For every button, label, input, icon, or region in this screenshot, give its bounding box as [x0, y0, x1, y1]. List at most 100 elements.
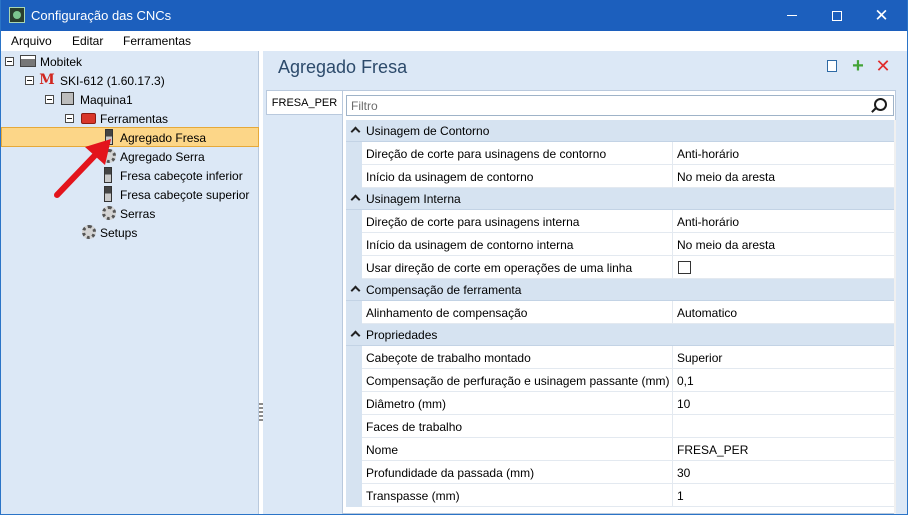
- maximize-button[interactable]: [814, 0, 859, 31]
- filter-input[interactable]: [347, 96, 857, 115]
- column-divider: [672, 438, 673, 461]
- tree-item-fresa-cabecote-inferior[interactable]: Fresa cabeçote inferior: [1, 166, 259, 185]
- property-grid: Usinagem de Contorno Direção de corte par…: [342, 90, 896, 514]
- category-compensacao-de-ferramenta[interactable]: Compensação de ferramenta: [346, 279, 894, 301]
- property-value[interactable]: 1: [677, 489, 684, 503]
- property-row[interactable]: Direção de corte para usinagens de conto…: [346, 142, 894, 165]
- column-divider: [672, 461, 673, 484]
- row-gutter: [346, 165, 362, 188]
- collapse-icon[interactable]: [25, 76, 34, 85]
- chevron-up-icon[interactable]: [350, 126, 361, 137]
- collapse-icon[interactable]: [45, 95, 54, 104]
- delete-icon: ✕: [875, 56, 891, 76]
- row-gutter: [346, 346, 362, 369]
- collapse-icon[interactable]: [5, 57, 14, 66]
- tree-item-agregado-serra[interactable]: Agregado Serra: [1, 147, 259, 166]
- column-divider: [672, 233, 673, 256]
- maximize-icon: [831, 10, 842, 21]
- brand-m-icon: M: [39, 72, 55, 88]
- menu-ferramentas[interactable]: Ferramentas: [123, 34, 191, 48]
- tree-item-serras[interactable]: Serras: [1, 204, 259, 223]
- property-value[interactable]: Anti-horário: [677, 147, 739, 161]
- toolbox-icon: [81, 113, 96, 124]
- property-row[interactable]: Cabeçote de trabalho montado Superior: [346, 346, 894, 369]
- grid-edge: [894, 120, 896, 514]
- minimize-icon: [786, 15, 797, 16]
- minimize-button[interactable]: [769, 0, 814, 31]
- tree-item-label: Agregado Fresa: [120, 131, 207, 145]
- property-value[interactable]: No meio da aresta: [677, 170, 775, 184]
- app-icon: [9, 7, 25, 23]
- tree-item-label: Mobitek: [40, 55, 83, 69]
- chevron-up-icon[interactable]: [350, 285, 361, 296]
- property-name: Usar direção de corte em operações de um…: [366, 261, 633, 275]
- filter-box: [346, 95, 894, 116]
- add-button[interactable]: +: [849, 56, 867, 76]
- tree-item-label: SKI-612 (1.60.17.3): [60, 74, 165, 88]
- delete-button[interactable]: ✕: [874, 57, 892, 75]
- row-gutter: [346, 256, 362, 279]
- category-usinagem-de-contorno[interactable]: Usinagem de Contorno: [346, 120, 894, 142]
- category-label: Usinagem de Contorno: [366, 123, 490, 138]
- property-row[interactable]: Alinhamento de compensação Automatico: [346, 301, 894, 324]
- chevron-up-icon[interactable]: [350, 330, 361, 341]
- property-checkbox[interactable]: [678, 261, 691, 274]
- page-title: Agregado Fresa: [278, 57, 408, 77]
- chevron-up-icon[interactable]: [350, 194, 361, 205]
- property-value[interactable]: 10: [677, 397, 690, 411]
- property-row[interactable]: Usar direção de corte em operações de um…: [346, 256, 894, 279]
- property-row[interactable]: Direção de corte para usinagens interna A…: [346, 210, 894, 233]
- property-name: Compensação de perfuração e usinagem pas…: [366, 374, 670, 388]
- tree-item-ski-612[interactable]: M SKI-612 (1.60.17.3): [1, 71, 259, 90]
- property-name: Diâmetro (mm): [366, 397, 446, 411]
- menu-bar: Arquivo Editar Ferramentas: [1, 31, 907, 51]
- property-value[interactable]: 30: [677, 466, 690, 480]
- menu-editar[interactable]: Editar: [72, 34, 103, 48]
- property-value[interactable]: FRESA_PER: [677, 443, 748, 457]
- tree-item-label: Agregado Serra: [120, 150, 205, 164]
- menu-arquivo[interactable]: Arquivo: [11, 34, 52, 48]
- tree-item-ferramentas[interactable]: Ferramentas: [1, 109, 259, 128]
- row-gutter: [346, 369, 362, 392]
- category-label: Propriedades: [366, 327, 438, 342]
- property-name: Início da usinagem de contorno: [366, 170, 534, 184]
- title-bar[interactable]: Configuração das CNCs ✕: [1, 0, 907, 31]
- property-value[interactable]: Anti-horário: [677, 215, 739, 229]
- property-value[interactable]: Superior: [677, 351, 722, 365]
- property-row[interactable]: Compensação de perfuração e usinagem pas…: [346, 369, 894, 392]
- column-divider: [672, 369, 673, 392]
- column-divider: [672, 346, 673, 369]
- property-row[interactable]: Início da usinagem de contorno interna No…: [346, 233, 894, 256]
- property-row[interactable]: Profundidade da passada (mm) 30: [346, 461, 894, 484]
- property-value[interactable]: 0,1: [677, 374, 694, 388]
- row-gutter: [346, 233, 362, 256]
- row-gutter: [346, 301, 362, 324]
- property-row[interactable]: Faces de trabalho: [346, 415, 894, 438]
- property-row[interactable]: Transpasse (mm) 1: [346, 484, 894, 507]
- collapse-icon[interactable]: [65, 114, 74, 123]
- property-row[interactable]: Nome FRESA_PER: [346, 438, 894, 461]
- tab-fresa-per[interactable]: FRESA_PER: [266, 90, 342, 115]
- property-row[interactable]: Diâmetro (mm) 10: [346, 392, 894, 415]
- property-row[interactable]: Início da usinagem de contorno No meio da…: [346, 165, 894, 188]
- row-gutter: [346, 461, 362, 484]
- category-propriedades[interactable]: Propriedades: [346, 324, 894, 346]
- tree-item-setups[interactable]: Setups: [1, 223, 259, 242]
- tree-item-maquina1[interactable]: Maquina1: [1, 90, 259, 109]
- column-divider: [672, 210, 673, 233]
- tree-item-fresa-cabecote-superior[interactable]: Fresa cabeçote superior: [1, 185, 259, 204]
- category-usinagem-interna[interactable]: Usinagem Interna: [346, 188, 894, 210]
- annotation-arrow-icon: [54, 139, 111, 198]
- column-divider: [672, 142, 673, 165]
- tree-item-mobitek[interactable]: Mobitek: [1, 52, 259, 71]
- column-divider: [672, 415, 673, 438]
- search-icon[interactable]: [874, 98, 887, 111]
- property-list: Usinagem de Contorno Direção de corte par…: [346, 120, 894, 507]
- tree-item-label: Fresa cabeçote superior: [120, 188, 250, 202]
- copy-button[interactable]: [823, 57, 843, 75]
- tree-item-agregado-fresa[interactable]: Agregado Fresa: [1, 127, 259, 147]
- property-value[interactable]: Automatico: [677, 306, 737, 320]
- close-icon: ✕: [874, 6, 889, 25]
- close-button[interactable]: ✕: [859, 0, 904, 31]
- property-value[interactable]: No meio da aresta: [677, 238, 775, 252]
